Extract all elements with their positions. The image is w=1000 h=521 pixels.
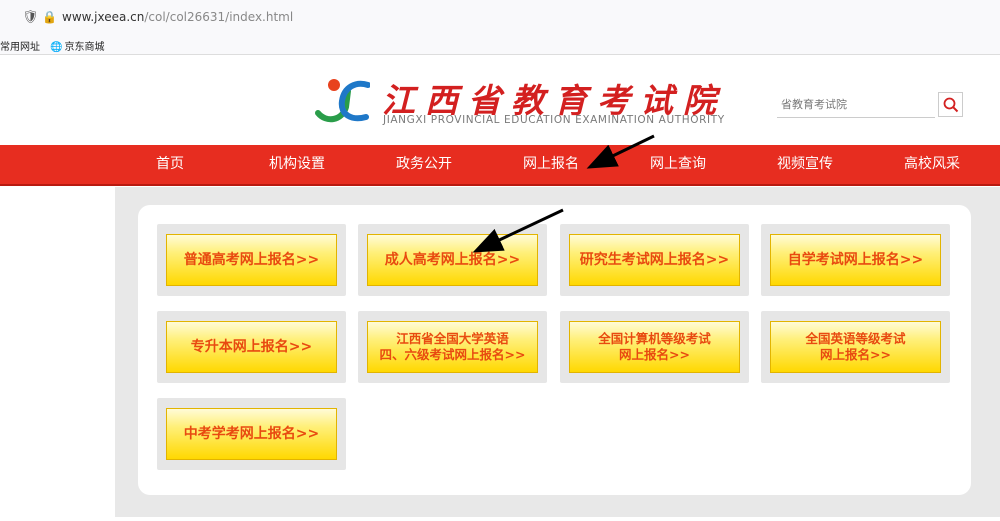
bookmarks-bar: 常用网址 🌐 京东商城 (0, 36, 1000, 55)
card-gaokao: 普通高考网上报名>> (157, 224, 346, 296)
lock-icon[interactable]: 🔒 (42, 10, 57, 24)
bookmark-jd[interactable]: 🌐 京东商城 (50, 38, 104, 53)
card-pets: 全国英语等级考试 网上报名>> (761, 311, 950, 383)
url-path: /col/col26631/index.html (144, 10, 294, 24)
url-field[interactable]: www.jxeea.cn/col/col26631/index.html (62, 10, 293, 24)
upgrade-registration-button[interactable]: 专升本网上报名>> (166, 321, 337, 373)
nav-public-affairs[interactable]: 政务公开 (369, 145, 479, 184)
pets-registration-button[interactable]: 全国英语等级考试 网上报名>> (770, 321, 941, 373)
card-postgraduate: 研究生考试网上报名>> (560, 224, 749, 296)
search-box (777, 93, 935, 118)
nav-home[interactable]: 首页 (115, 145, 225, 184)
cet-registration-button[interactable]: 江西省全国大学英语 四、六级考试网上报名>> (367, 321, 538, 373)
card-computer-exam: 全国计算机等级考试 网上报名>> (560, 311, 749, 383)
card-zhongkao: 中考学考网上报名>> (157, 398, 346, 470)
computer-exam-registration-button[interactable]: 全国计算机等级考试 网上报名>> (569, 321, 740, 373)
card-adult-exam: 成人高考网上报名>> (358, 224, 547, 296)
nav-organization[interactable]: 机构设置 (242, 145, 352, 184)
zhongkao-registration-button[interactable]: 中考学考网上报名>> (166, 408, 337, 460)
search-input[interactable] (777, 93, 935, 116)
postgraduate-registration-button[interactable]: 研究生考试网上报名>> (569, 234, 740, 286)
card-self-study: 自学考试网上报名>> (761, 224, 950, 296)
globe-icon: 🌐 (50, 42, 63, 53)
bookmark-common-sites[interactable]: 常用网址 (0, 38, 40, 53)
self-study-registration-button[interactable]: 自学考试网上报名>> (770, 234, 941, 286)
nav-online-query[interactable]: 网上查询 (623, 145, 733, 184)
shield-icon[interactable]: 🛡 (22, 10, 39, 25)
main-nav: 首页 机构设置 政务公开 网上报名 网上查询 视频宣传 高校风采 (0, 145, 1000, 186)
card-cet: 江西省全国大学英语 四、六级考试网上报名>> (358, 311, 547, 383)
site-logo-subtitle: JIANGXI PROVINCIAL EDUCATION EXAMINATION… (383, 114, 725, 126)
nav-video[interactable]: 视频宣传 (750, 145, 860, 184)
jx-logo-icon (315, 79, 370, 123)
search-button[interactable] (938, 92, 963, 117)
adult-exam-registration-button[interactable]: 成人高考网上报名>> (367, 234, 538, 286)
url-host: www.jxeea.cn (62, 10, 145, 24)
bookmark-jd-label: 京东商城 (64, 42, 105, 53)
card-upgrade: 专升本网上报名>> (157, 311, 346, 383)
search-icon (943, 97, 959, 113)
gaokao-registration-button[interactable]: 普通高考网上报名>> (166, 234, 337, 286)
nav-online-registration[interactable]: 网上报名 (496, 145, 606, 184)
browser-address-bar: 🛡 🔒 www.jxeea.cn/col/col26631/index.html (0, 0, 1000, 37)
nav-universities[interactable]: 高校风采 (877, 145, 987, 184)
